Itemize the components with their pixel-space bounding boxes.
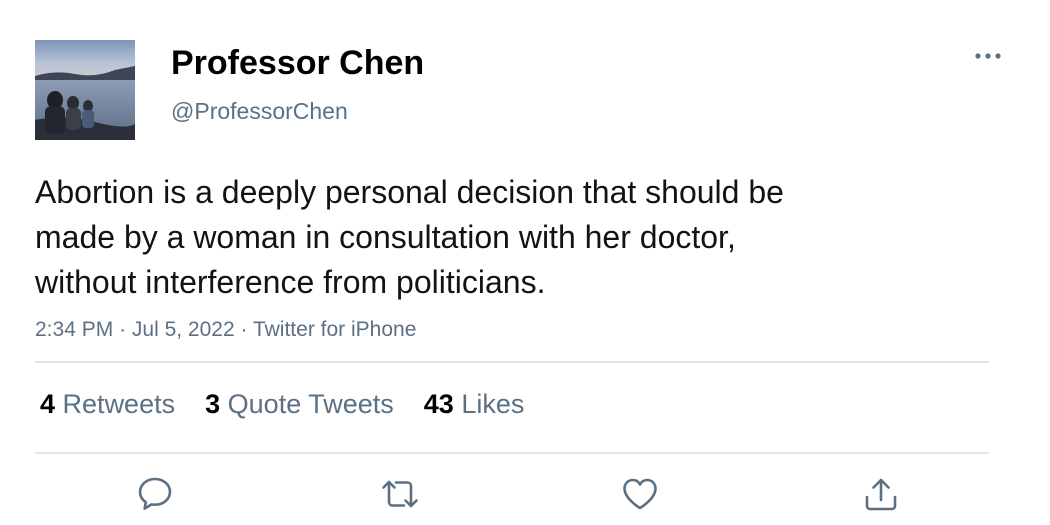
retweets-label: Retweets <box>62 388 176 419</box>
divider <box>35 361 989 363</box>
meta-separator: · <box>119 318 127 341</box>
quote-tweets-stat[interactable]: 3 Quote Tweets <box>205 389 394 420</box>
tweet-text-line: Abortion is a deeply personal decision t… <box>35 174 784 210</box>
likes-stat[interactable]: 43 Likes <box>424 389 525 420</box>
retweet-icon <box>382 480 418 508</box>
avatar[interactable] <box>35 40 135 140</box>
tweet-date[interactable]: Jul 5, 2022 <box>132 318 235 341</box>
tweet-source[interactable]: Twitter for iPhone <box>253 318 416 341</box>
likes-label: Likes <box>461 388 525 419</box>
likes-count: 43 <box>423 388 454 419</box>
tweet-text-line: made by a woman in consultation with her… <box>35 219 736 255</box>
tweet-metadata: 2:34 PM · Jul 5, 2022 · Twitter for iPho… <box>35 316 416 344</box>
like-button[interactable] <box>618 472 662 516</box>
author-display-name[interactable]: Professor Chen <box>171 43 424 83</box>
quote-tweets-label: Quote Tweets <box>227 388 394 419</box>
reply-button[interactable] <box>133 472 177 516</box>
tweet-text: Abortion is a deeply personal decision t… <box>35 170 935 305</box>
engagement-stats: 4 Retweets 3 Quote Tweets 43 Likes <box>40 386 554 422</box>
tweet-text-line: without interference from politicians. <box>35 264 546 300</box>
quote-tweets-count: 3 <box>205 388 221 419</box>
retweet-button[interactable] <box>378 472 422 516</box>
more-horizontal-icon <box>975 53 1001 59</box>
author-handle[interactable]: @ProfessorChen <box>171 97 348 125</box>
meta-separator: · <box>240 318 248 341</box>
divider <box>35 452 989 454</box>
tweet-time[interactable]: 2:34 PM <box>35 318 113 341</box>
avatar-photo <box>35 40 135 140</box>
retweets-count: 4 <box>40 388 56 419</box>
reply-icon <box>138 477 172 510</box>
share-button[interactable] <box>859 472 903 516</box>
share-icon <box>865 478 897 511</box>
retweets-stat[interactable]: 4 Retweets <box>40 389 175 420</box>
more-options-button[interactable] <box>970 44 1006 68</box>
like-heart-icon <box>623 478 657 510</box>
